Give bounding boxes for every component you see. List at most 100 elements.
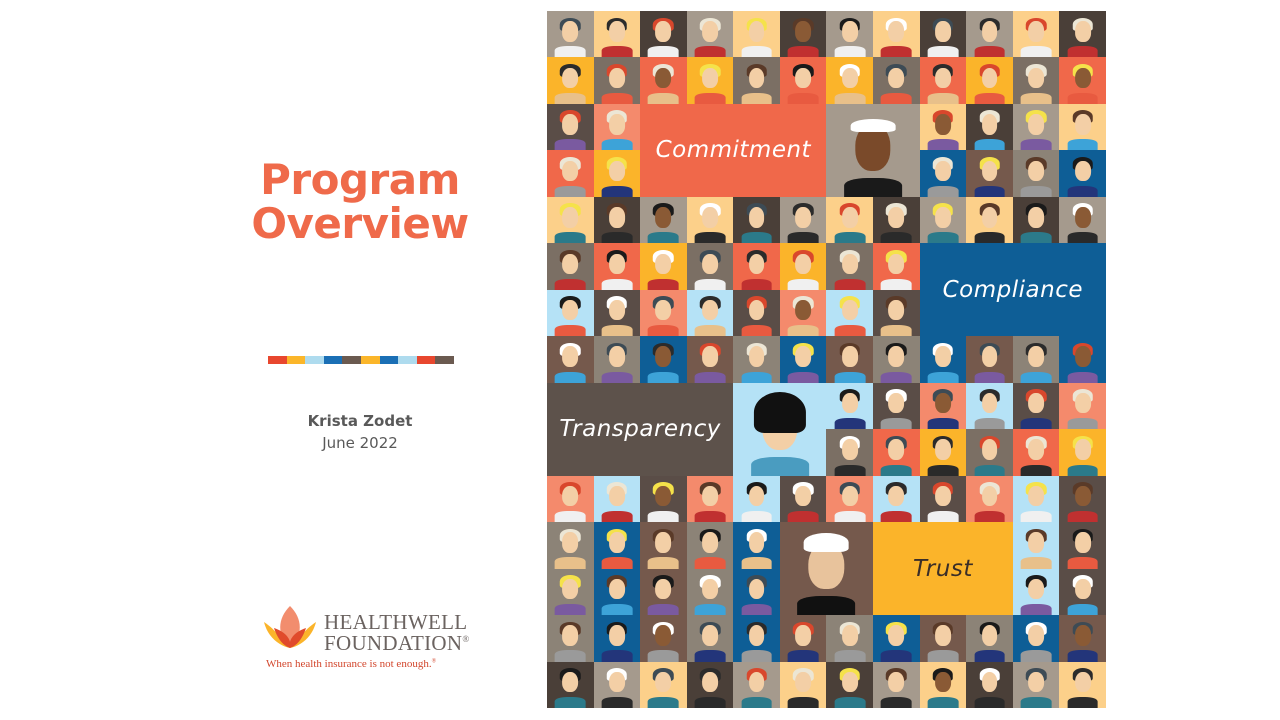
avatar-tile [1012,336,1060,383]
avatar-face [1074,532,1091,553]
stripe-segment [305,356,324,364]
stripe-segment [416,356,436,364]
avatar-face [655,671,672,693]
avatar-face [655,253,672,274]
avatar-face [655,625,672,646]
avatar-face [562,578,579,600]
avatar-face [981,21,998,42]
avatar-tile [733,522,780,569]
avatar-body [694,650,726,662]
avatar-face [655,21,672,42]
avatar-tile [1012,615,1060,662]
avatar-tile [593,150,641,197]
avatar-face [562,485,579,507]
avatar-tile [966,150,1013,197]
large-avatar-elder-man [826,103,920,197]
avatar-body [1020,557,1052,569]
avatar-face [608,485,625,507]
avatar-tile [779,615,827,662]
avatar-body [1020,185,1052,197]
avatar-tile [1012,150,1060,197]
avatar-body [554,650,586,662]
avatar-tile [826,615,874,662]
avatar-tile [547,568,594,616]
avatar-body [880,371,912,383]
avatar-tile [1059,475,1106,523]
avatar-body [1020,139,1052,151]
avatar-face [795,346,812,367]
avatar-tile [686,243,734,290]
avatar-body [741,510,772,523]
avatar-tile [593,103,641,151]
avatar-body [554,325,586,337]
avatar-face [935,21,951,42]
avatar-face [841,671,858,693]
feature-trust: Trust [873,522,1013,616]
stripe-segment [360,356,380,364]
avatar-body [1067,46,1099,58]
avatar-tile [873,11,920,58]
avatar-body [834,232,866,244]
avatar-face [1028,532,1045,553]
avatar-tile [779,336,827,383]
avatar-tile [547,615,594,662]
avatar-tile [547,11,594,58]
avatar-face [562,346,579,367]
avatar-tile [547,243,594,290]
avatar-tile [1059,568,1106,616]
avatar-body [787,278,819,290]
avatar-face [888,392,905,414]
avatar-face [702,253,718,274]
avatar-face [655,346,672,367]
avatar-face [562,671,579,693]
avatar-body [1020,418,1052,430]
avatar-face [562,300,579,321]
avatar-tile [547,289,594,337]
avatar-tile [640,11,687,58]
tagline-text: When health insurance is not enough. [266,658,432,670]
avatar-tile [966,103,1013,151]
avatar-face [748,578,765,600]
avatar-tile [733,289,780,337]
avatar-tile [733,336,780,383]
logo-name-line-2: FOUNDATION® [324,631,469,656]
avatar-face [935,207,951,228]
avatar-tile [547,475,594,523]
avatar-tile [826,11,874,58]
avatar-face [1028,346,1045,367]
avatar-tile [1012,661,1060,708]
avatar-face [888,21,905,42]
avatar-tile [919,615,967,662]
avatar-face [702,485,718,507]
avatar-hair [804,533,849,552]
avatar-body [554,46,586,58]
avatar-body [1067,232,1099,244]
avatar-tile [640,615,687,662]
avatar-face [841,485,858,507]
avatar-body [927,232,959,244]
avatar-face [748,207,765,228]
avatar-face [608,160,625,182]
title-line-2: Overview [251,199,469,248]
avatar-tile [873,429,920,476]
avatar-face [981,625,998,646]
avatar-tile [593,196,641,244]
avatar-body [741,603,772,616]
large-avatar-white-beard [779,522,874,616]
avatar-tile [966,475,1013,523]
avatar-face [655,532,672,553]
avatar-face [702,207,718,228]
avatar-tile [1059,615,1106,662]
avatar-face [1028,67,1045,89]
avatar-tile [873,475,920,523]
avatar-tile [966,196,1013,244]
avatar-body [1067,650,1099,662]
avatar-hair [850,118,896,132]
avatar-face [748,485,765,507]
avatar-tile [593,336,641,383]
avatar-face [981,439,998,460]
avatar-body [927,371,959,383]
avatar-body [648,325,679,337]
avatar-tile [733,615,780,662]
avatar-body [880,650,912,662]
